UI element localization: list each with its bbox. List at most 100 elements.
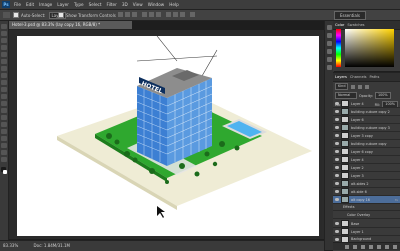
canvas-area[interactable]: HOTEL [9, 30, 322, 239]
layer-row[interactable]: alt-sides 2 [333, 180, 400, 188]
distribute-top-icon[interactable] [166, 12, 171, 17]
new-adjustment-icon[interactable] [369, 244, 373, 249]
tab-paths[interactable]: Paths [370, 75, 380, 79]
align-hcenter-icon[interactable] [149, 12, 154, 17]
align-top-icon[interactable] [118, 12, 123, 17]
layer-row[interactable]: Layer 4 [333, 100, 400, 108]
layer-row[interactable]: building cubure copy [333, 140, 400, 148]
eye-icon[interactable] [335, 134, 339, 137]
eye-icon[interactable] [335, 182, 339, 185]
adjustments-panel-icon[interactable] [327, 41, 332, 46]
document-tab[interactable]: Hotel-3.psd @ 83.3% (lay copy 16, RGB/8)… [9, 21, 132, 30]
fx-icon[interactable]: fx [395, 198, 398, 202]
layer-row[interactable]: Layer 4 [333, 156, 400, 164]
menu-view[interactable]: View [133, 2, 143, 7]
marquee-tool-icon[interactable] [1, 31, 7, 36]
brush-panel-icon[interactable] [327, 49, 332, 54]
distribute-vcenter-icon[interactable] [173, 12, 178, 17]
opacity-field[interactable]: 100% [374, 92, 391, 99]
menu-edit[interactable]: Edit [26, 2, 34, 7]
eye-icon[interactable] [335, 110, 339, 113]
eye-icon[interactable] [335, 118, 339, 121]
zoom-tool-icon[interactable] [1, 157, 7, 162]
layer-effect-item[interactable]: Color Overlay [333, 212, 400, 219]
distribute-bottom-icon[interactable] [180, 12, 185, 17]
filter-pixel-icon[interactable] [351, 84, 356, 89]
new-group-icon[interactable] [377, 244, 381, 249]
layer-row[interactable]: Layer 6 copy [333, 148, 400, 156]
color-field[interactable] [345, 29, 394, 67]
align-vcenter-icon[interactable] [125, 12, 130, 17]
menu-window[interactable]: Window [148, 2, 165, 7]
history-panel-icon[interactable] [327, 25, 332, 30]
link-layers-icon[interactable] [345, 244, 349, 249]
properties-panel-icon[interactable] [327, 33, 332, 38]
type-tool-icon[interactable] [1, 129, 7, 134]
hand-tool-icon[interactable] [1, 150, 7, 155]
eyedropper-tool-icon[interactable] [1, 59, 7, 64]
shape-tool-icon[interactable] [1, 143, 7, 148]
layer-row[interactable]: Layer 3 copy [333, 132, 400, 140]
align-left-icon[interactable] [142, 12, 147, 17]
eye-icon[interactable] [335, 150, 339, 153]
blur-tool-icon[interactable] [1, 108, 7, 113]
dodge-tool-icon[interactable] [1, 115, 7, 120]
tab-channels[interactable]: Channels [350, 75, 367, 79]
menu-help[interactable]: Help [169, 2, 179, 7]
artboard[interactable]: HOTEL [17, 35, 319, 236]
clone-stamp-tool-icon[interactable] [1, 80, 7, 85]
tab-swatches[interactable]: Swatches [347, 23, 364, 27]
hue-slider[interactable] [336, 29, 341, 67]
workspace-switcher[interactable]: Essentials [334, 11, 366, 20]
crop-tool-icon[interactable] [1, 52, 7, 57]
menu-image[interactable]: Image [39, 2, 52, 7]
healing-tool-icon[interactable] [1, 66, 7, 71]
background-color-swatch[interactable] [3, 170, 7, 174]
show-transform-checkbox[interactable] [58, 12, 64, 18]
3d-mode-icon[interactable] [190, 12, 195, 17]
path-select-tool-icon[interactable] [1, 136, 7, 141]
eye-icon[interactable] [335, 230, 339, 233]
delete-layer-icon[interactable] [393, 244, 397, 249]
tab-layers[interactable]: Layers [335, 75, 347, 79]
character-panel-icon[interactable] [327, 57, 332, 62]
lasso-tool-icon[interactable] [1, 38, 7, 43]
filter-type-icon[interactable] [365, 84, 370, 89]
layer-row-selected[interactable]: alt copy 16 fx [333, 196, 400, 204]
new-layer-icon[interactable] [385, 244, 389, 249]
layer-row[interactable]: building cubure copy 2 [333, 108, 400, 116]
quick-select-tool-icon[interactable] [1, 45, 7, 50]
menu-layer[interactable]: Layer [57, 2, 69, 7]
menu-type[interactable]: Type [74, 2, 84, 7]
layer-kind-filter[interactable]: Kind [335, 83, 349, 90]
eye-icon[interactable] [335, 142, 339, 145]
brush-tool-icon[interactable] [1, 73, 7, 78]
eye-icon[interactable] [335, 237, 339, 241]
filter-adjust-icon[interactable] [358, 84, 363, 89]
zoom-level[interactable]: 83.33% [3, 243, 18, 248]
menu-filter[interactable]: Filter [106, 2, 116, 7]
eye-icon[interactable] [335, 126, 339, 129]
auto-select-checkbox[interactable] [13, 12, 19, 18]
eraser-tool-icon[interactable] [1, 94, 7, 99]
menu-select[interactable]: Select [89, 2, 102, 7]
layer-row[interactable]: Base [333, 220, 400, 228]
align-bottom-icon[interactable] [132, 12, 137, 17]
eye-icon[interactable] [335, 174, 339, 177]
eye-icon[interactable] [335, 190, 339, 193]
tab-color[interactable]: Color [335, 23, 344, 27]
history-brush-tool-icon[interactable] [1, 87, 7, 92]
pen-tool-icon[interactable] [1, 122, 7, 127]
menu-file[interactable]: File [14, 2, 21, 7]
align-right-icon[interactable] [156, 12, 161, 17]
layer-row[interactable]: Layer 2 [333, 164, 400, 172]
layer-row[interactable]: building cubure copy 3 [333, 124, 400, 132]
add-style-icon[interactable] [353, 244, 357, 249]
eye-icon[interactable] [335, 222, 339, 225]
eye-icon[interactable] [335, 166, 339, 169]
add-mask-icon[interactable] [361, 244, 365, 249]
eye-icon[interactable] [335, 198, 339, 201]
move-tool-icon[interactable] [1, 24, 7, 29]
paragraph-panel-icon[interactable] [327, 65, 332, 70]
move-tool-icon[interactable] [3, 12, 10, 18]
